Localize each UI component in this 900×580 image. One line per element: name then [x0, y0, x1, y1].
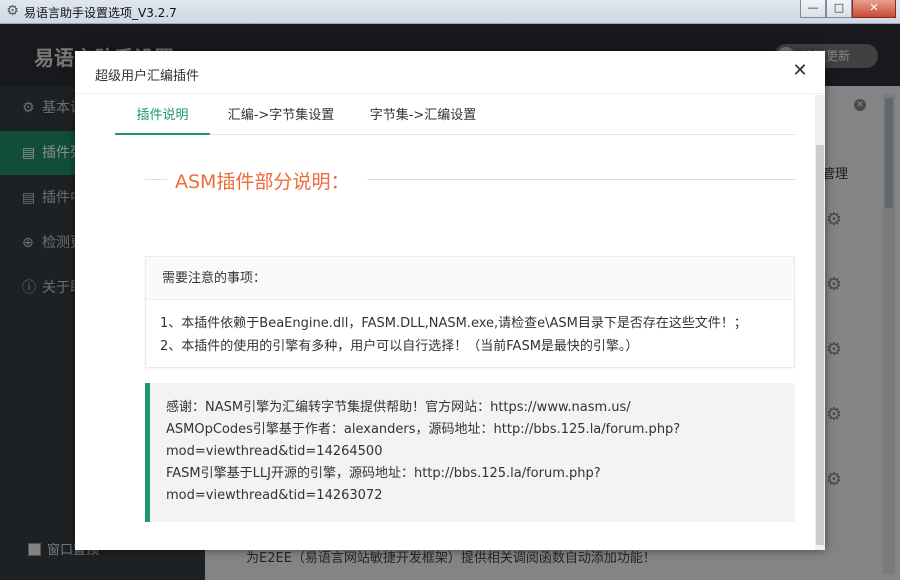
window-controls: — □ ✕ — [800, 0, 896, 18]
close-window-button[interactable]: ✕ — [852, 0, 896, 18]
maximize-button[interactable]: □ — [826, 0, 852, 18]
tab-plugin-description[interactable]: 插件说明 — [115, 101, 210, 135]
dialog-scrollbar[interactable] — [815, 95, 825, 550]
thanks-quote: 感谢：NASM引擎为汇编转字节集提供帮助！官方网站：https://www.na… — [145, 383, 795, 522]
gear-icon: ⚙ — [6, 3, 19, 19]
thanks-line: ASMOpCodes引擎基于作者：alexanders，源码地址：http://… — [166, 422, 681, 437]
thanks-line: mod=viewthread&tid=14263072 — [166, 488, 383, 503]
divider — [367, 179, 795, 180]
dialog-title: 超级用户汇编插件 — [95, 69, 200, 84]
tab-asm-to-bytes[interactable]: 汇编->字节集设置 — [215, 101, 347, 135]
thanks-line: FASM引擎基于LLJ开源的引擎，源码地址：http://bbs.125.la/… — [166, 466, 601, 481]
dialog-body: 插件说明 汇编->字节集设置 字节集->汇编设置 ASM插件部分说明： 需要注意… — [75, 95, 815, 550]
thanks-line: 感谢：NASM引擎为汇编转字节集提供帮助！官方网站：https://www.na… — [166, 400, 631, 415]
notice-heading: 需要注意的事项： — [146, 257, 794, 300]
notice-body: 1、本插件依赖于BeaEngine.dll，FASM.DLL,NASM.exe,… — [146, 300, 794, 370]
tab-bytes-to-asm[interactable]: 字节集->汇编设置 — [359, 101, 487, 135]
notice-item: 2、本插件的使用的引擎有多种，用户可以自行选择！（当前FASM是最快的引擎。） — [160, 339, 639, 354]
plugin-dialog: 超级用户汇编插件 ✕ 插件说明 汇编->字节集设置 字节集->汇编设置 ASM插… — [75, 51, 825, 550]
dialog-header: 超级用户汇编插件 ✕ — [75, 51, 825, 94]
notice-item: 1、本插件依赖于BeaEngine.dll，FASM.DLL,NASM.exe,… — [160, 316, 747, 331]
tab-bar: 插件说明 汇编->字节集设置 字节集->汇编设置 — [115, 101, 795, 135]
close-icon[interactable]: ✕ — [791, 62, 809, 80]
section-heading: ASM插件部分说明： — [145, 167, 795, 193]
minimize-button[interactable]: — — [800, 0, 826, 18]
notice-card: 需要注意的事项： 1、本插件依赖于BeaEngine.dll，FASM.DLL,… — [145, 256, 795, 368]
thanks-line: mod=viewthread&tid=14264500 — [166, 444, 383, 459]
scrollbar-thumb[interactable] — [816, 145, 824, 545]
section-title: ASM插件部分说明： — [175, 171, 350, 193]
window-titlebar: ⚙ 易语言助手设置选项_V3.2.7 — □ ✕ — [0, 0, 900, 24]
divider — [145, 179, 167, 180]
window-title: 易语言助手设置选项_V3.2.7 — [24, 6, 177, 20]
